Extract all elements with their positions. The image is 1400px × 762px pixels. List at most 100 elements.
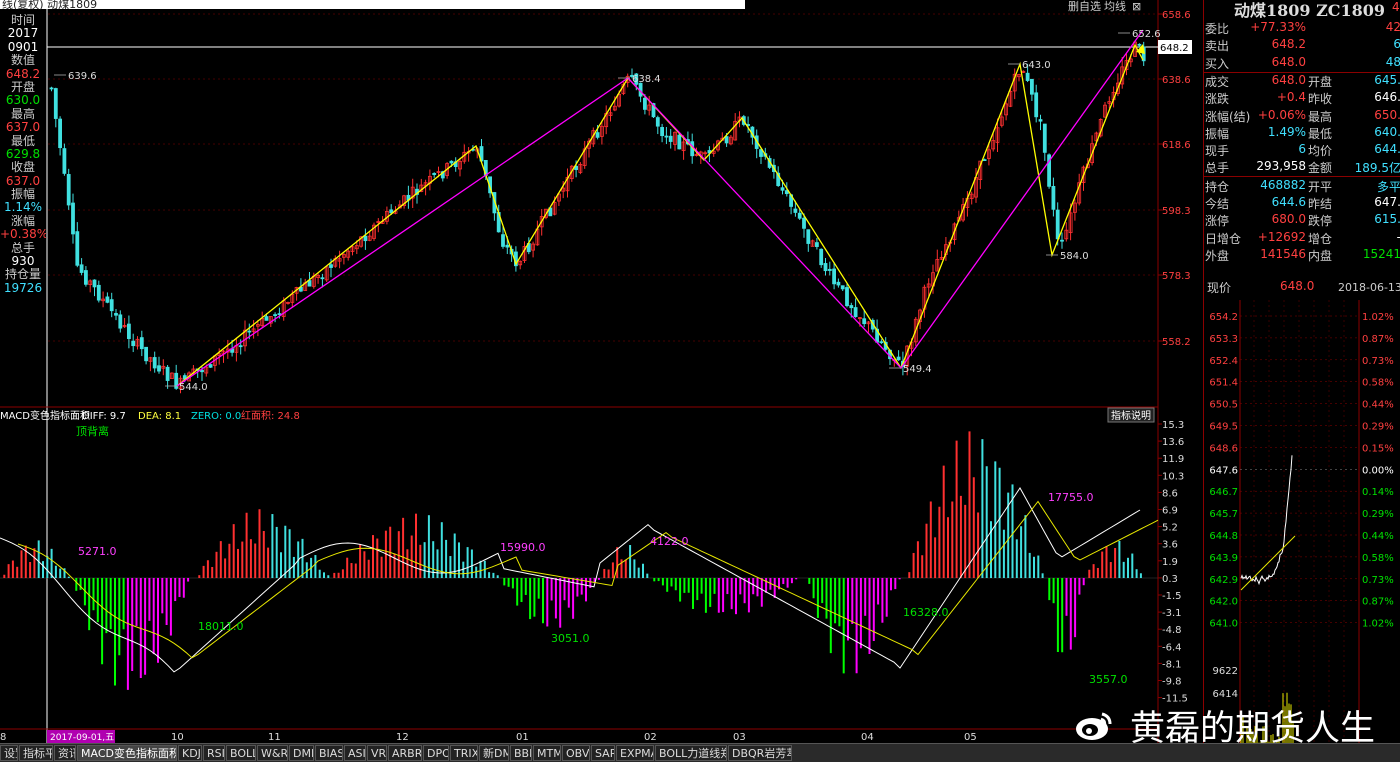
indicator-tab[interactable]: RSI <box>203 745 225 761</box>
candle-body <box>277 313 282 316</box>
candle-body <box>329 264 333 268</box>
quote-value: 141546 <box>1260 246 1306 261</box>
info-field: 19726 <box>3 281 43 295</box>
price-annotation: 584.0 <box>1060 251 1089 262</box>
indicator-tab[interactable]: 指标平台 <box>19 745 53 761</box>
indicator-tab[interactable]: VR <box>367 745 387 761</box>
quote-label-2: 均价 <box>1308 144 1333 159</box>
indicator-tab[interactable]: MTM <box>533 745 561 761</box>
indicator-tab[interactable]: OBV <box>562 745 590 761</box>
candle-body <box>96 284 101 301</box>
quote-row: 现手 6 均价 644. <box>1204 142 1400 159</box>
current-date: 2018-06-13,三 <box>1338 281 1400 294</box>
candle-body <box>118 314 123 329</box>
candle-body <box>836 281 841 286</box>
intraday-pct-tick: 0.73% <box>1362 356 1394 367</box>
x-axis-label: 01 <box>516 732 529 743</box>
indicator-tab[interactable]: DBQR岩芳萃 <box>728 745 792 761</box>
x-axis-label: 10 <box>171 732 184 743</box>
current-price-row: 现价 648.0 2018-06-13,三 <box>1204 279 1400 296</box>
macd-axis-tick: -4.8 <box>1162 625 1182 636</box>
macd-axis-tick: 13.6 <box>1162 437 1184 448</box>
quote-row: 成交 648.0 开盘 645. <box>1204 73 1400 90</box>
candle-body <box>389 209 394 214</box>
quote-label: 外盘 <box>1205 248 1230 263</box>
macd-axis-tick: 10.3 <box>1162 471 1184 482</box>
intraday-pct-tick: 1.02% <box>1362 312 1394 323</box>
quote-value-2: 6 <box>1393 37 1400 52</box>
intraday-chart[interactable]: 654.2 1.02% 653.3 0.87% 652.4 0.73% 651.4 0.58%… <box>1204 300 1400 762</box>
macd-area-label: 5271.0 <box>78 545 117 558</box>
candle-body <box>840 285 845 290</box>
intraday-price-tick: 643.9 <box>1209 553 1238 564</box>
indicator-tab[interactable]: 资讯 <box>54 745 76 761</box>
quote-value-2: 650. <box>1374 107 1400 122</box>
indicator-tab[interactable]: MACD变色指标面积 <box>77 745 177 761</box>
quote-label: 委比 <box>1205 22 1230 36</box>
x-axis-label: 03 <box>733 732 746 743</box>
intraday-pct-tick: 0.44% <box>1362 531 1394 542</box>
quote-row: 外盘 141546 内盘 15241 <box>1204 247 1400 264</box>
indicator-tab[interactable]: DMI <box>289 745 314 761</box>
indicator-tab[interactable]: 新DMA <box>479 745 509 761</box>
info-field: 数值 <box>10 54 35 68</box>
indicator-tab[interactable]: BOLL力道线郑元凯 <box>655 745 727 761</box>
macd-area-label: 16328.0 <box>903 606 949 619</box>
quote-value: 468882 <box>1260 177 1306 192</box>
intraday-avg-line <box>1240 535 1296 591</box>
indicator-tab[interactable]: TRIX <box>450 745 478 761</box>
candle-body <box>62 148 67 174</box>
indicator-tab[interactable]: SAR <box>591 745 615 761</box>
candle-body <box>819 248 824 266</box>
indicator-tab[interactable]: BIAS <box>315 745 343 761</box>
intraday-pct-tick: 0.87% <box>1362 597 1394 608</box>
quote-row: 总手 293,958 金额 189.5亿 <box>1204 159 1400 176</box>
info-field: 涨幅 <box>10 214 35 228</box>
candle-body <box>806 229 811 244</box>
quote-value-2: 644. <box>1374 142 1400 157</box>
quote-label: 振幅 <box>1205 126 1230 141</box>
quote-label: 总手 <box>1205 161 1230 176</box>
candle-body <box>797 212 802 219</box>
quote-label-2: 开盘 <box>1308 74 1333 89</box>
intraday-pct-tick: 0.58% <box>1362 378 1394 389</box>
candle-body <box>264 316 269 321</box>
indicator-tab[interactable]: ARBR <box>388 745 422 761</box>
candle-body <box>144 346 149 362</box>
indicator-tab[interactable]: ASI <box>344 745 366 761</box>
candle-body <box>849 305 854 309</box>
candle-body <box>879 341 884 344</box>
price-annotation: 544.0 <box>179 382 208 393</box>
quote-label-2: 昨收 <box>1308 92 1333 107</box>
quote-label-2: 跌停 <box>1308 214 1333 229</box>
info-field: 0901 <box>7 40 39 54</box>
intraday-pct-tick: 0.00% <box>1362 465 1394 476</box>
candle-body <box>1042 123 1047 153</box>
info-field: 637.0 <box>5 121 41 135</box>
indicator-tab[interactable]: 设置 <box>0 745 18 761</box>
price-annotation: 549.4 <box>903 364 932 375</box>
candle-body <box>660 127 664 137</box>
candle-body <box>1137 43 1142 46</box>
indicator-tab[interactable]: BOLL <box>226 745 256 761</box>
quote-row: 卖出 648.2 6 <box>1204 37 1400 54</box>
candle-body <box>131 340 136 347</box>
indicator-tab[interactable]: DPO <box>423 745 449 761</box>
candle-body <box>75 231 80 266</box>
macd-axis-tick: 1.9 <box>1162 557 1178 568</box>
intraday-price-tick: 649.5 <box>1209 422 1238 433</box>
x-axis-label: 04 <box>861 732 874 743</box>
x-axis-date: 2017-09-01,五 <box>50 733 114 743</box>
kline-chart[interactable]: 658.6 638.6 618.6 598.3 578.3 558.2 648.2 639.6… <box>0 0 1203 743</box>
quote-row: 委比 +77.33% 42 <box>1204 20 1400 37</box>
indicator-tab[interactable]: W&R <box>257 745 288 761</box>
indicator-tab[interactable]: BBI <box>510 745 532 761</box>
indicator-tab[interactable]: KDJ <box>178 745 202 761</box>
candle-body <box>127 323 131 339</box>
price-tick: 558.2 <box>1162 337 1191 348</box>
quote-label: 买入 <box>1205 56 1230 71</box>
indicator-tab[interactable]: EXPMA <box>616 745 654 761</box>
quote-label-2: 开平 <box>1308 179 1333 194</box>
intraday-price-tick: 651.4 <box>1209 378 1238 389</box>
candle-body <box>1030 78 1034 95</box>
